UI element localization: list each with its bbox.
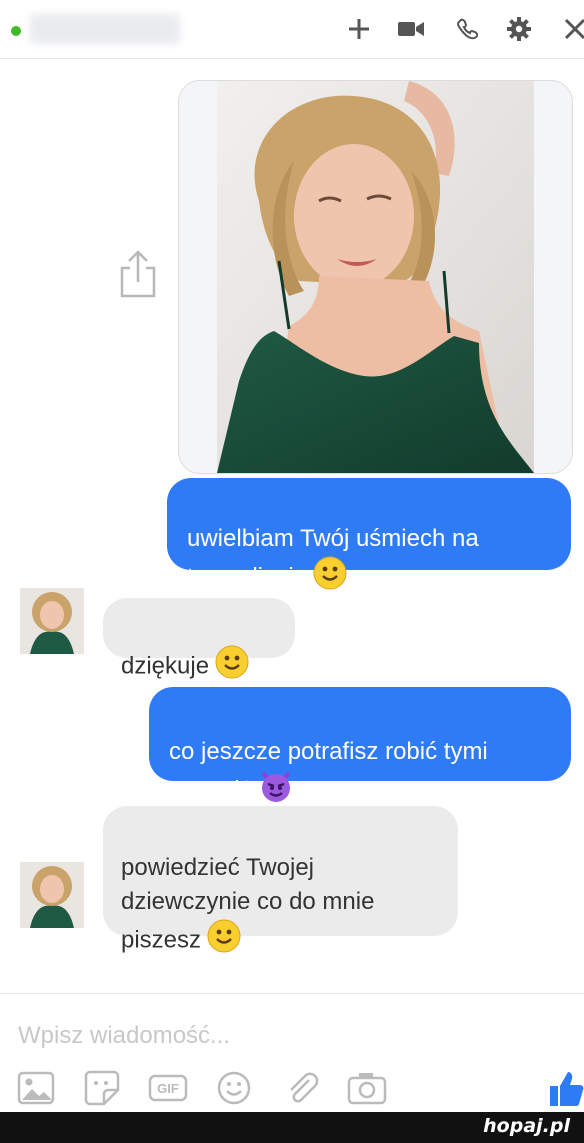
gif-label: GIF xyxy=(157,1081,179,1096)
image-icon[interactable] xyxy=(16,1068,56,1108)
shared-photo xyxy=(217,81,534,473)
camera-icon[interactable] xyxy=(347,1068,387,1108)
photo-message[interactable] xyxy=(178,80,573,474)
phone-icon[interactable] xyxy=(452,14,482,44)
video-call-icon[interactable] xyxy=(396,14,426,44)
chat-header xyxy=(0,0,584,59)
incoming-message[interactable]: dziękuje xyxy=(103,598,295,679)
smile-emoji-icon xyxy=(313,556,347,600)
message-input[interactable] xyxy=(18,1018,538,1054)
close-icon[interactable] xyxy=(560,14,584,44)
gear-icon[interactable] xyxy=(504,14,534,44)
smile-emoji-icon xyxy=(215,645,249,689)
contact-name[interactable] xyxy=(30,14,180,44)
share-icon[interactable] xyxy=(116,248,160,300)
avatar[interactable] xyxy=(20,862,84,928)
attachment-icon[interactable] xyxy=(281,1068,321,1108)
sticker-icon[interactable] xyxy=(82,1068,122,1108)
add-person-icon[interactable] xyxy=(344,14,374,44)
smile-emoji-icon xyxy=(207,919,241,963)
message-text: powiedzieć Twojej dziewczynie co do mnie… xyxy=(121,854,375,954)
composer-divider xyxy=(0,993,584,994)
incoming-message[interactable]: powiedzieć Twojej dziewczynie co do mnie… xyxy=(103,806,458,953)
message-text: dziękuje xyxy=(121,652,210,680)
avatar[interactable] xyxy=(20,588,84,654)
outgoing-message[interactable]: co jeszcze potrafisz robić tymi ustami? xyxy=(149,687,571,803)
online-status-dot xyxy=(11,26,21,36)
emoji-icon[interactable] xyxy=(214,1068,254,1108)
like-icon[interactable] xyxy=(548,1068,584,1108)
outgoing-message[interactable]: uwielbiam Twój uśmiech na tym zdjęciu xyxy=(167,478,571,590)
message-text: co jeszcze potrafisz robić tymi ustami? xyxy=(169,738,488,804)
gif-button[interactable]: GIF xyxy=(148,1068,188,1108)
watermark-logo: hopaj.pl xyxy=(483,1115,570,1137)
